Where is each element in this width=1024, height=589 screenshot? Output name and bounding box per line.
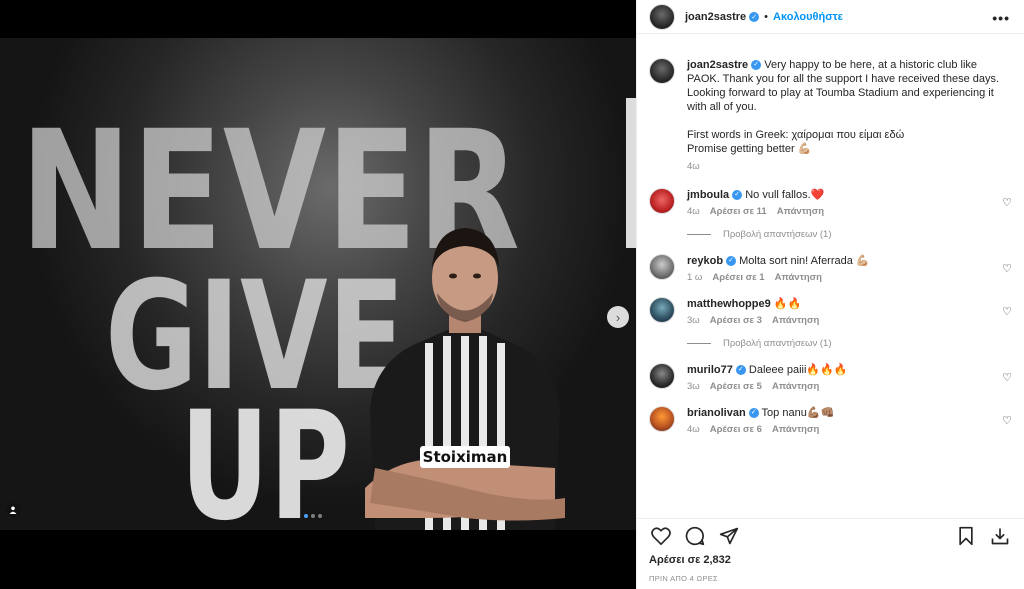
commenter-avatar[interactable] [649, 254, 675, 280]
view-replies-label: Προβολή απαντήσεων (1) [723, 229, 832, 240]
comment-text: Daleee paiii🔥🔥🔥 [748, 364, 848, 376]
carousel-dot [311, 514, 315, 518]
post-actions-bar [637, 518, 1024, 548]
commenter-avatar[interactable] [649, 188, 675, 214]
post-likes-count[interactable]: Αρέσει σε 2,832 [649, 554, 731, 566]
follow-button[interactable]: Ακολουθήστε [773, 11, 843, 23]
separator-dot: • [764, 10, 769, 23]
author-username[interactable]: joan2sastre [685, 11, 746, 23]
commenter-username[interactable]: matthewhoppe9 [687, 298, 771, 310]
author-avatar[interactable] [649, 3, 675, 30]
comment-time[interactable]: 1 ω [687, 272, 702, 283]
wall-stripe [626, 98, 636, 248]
comment-likes[interactable]: Αρέσει σε 6 [710, 424, 762, 435]
comment-like-heart-icon[interactable]: ♡ [1002, 196, 1012, 209]
comment-like-heart-icon[interactable]: ♡ [1002, 305, 1012, 318]
verified-icon: ✓ [735, 365, 746, 376]
view-replies-button[interactable]: Προβολή απαντήσεων (1) [687, 338, 1012, 349]
commenter-avatar[interactable] [649, 297, 675, 323]
carousel-dots [304, 514, 322, 518]
carousel-dot [318, 514, 322, 518]
commenter-avatar[interactable] [649, 363, 675, 389]
post-caption: joan2sastre ✓ Very happy to be here, at a… [649, 58, 1012, 174]
comment-likes[interactable]: Αρέσει σε 1 [712, 272, 764, 283]
reply-button[interactable]: Απάντηση [775, 272, 822, 283]
comment-text: 🔥🔥 [773, 298, 802, 310]
caption-avatar[interactable] [649, 58, 675, 84]
commenter-username[interactable]: murilo77 [687, 364, 733, 376]
user-tag-icon[interactable] [6, 503, 20, 517]
jersey-sponsor: Stoiximan [423, 448, 508, 466]
view-replies-button[interactable]: Προβολή απαντήσεων (1) [687, 229, 1012, 240]
reply-button[interactable]: Απάντηση [772, 315, 819, 326]
comment-likes[interactable]: Αρέσει σε 11 [710, 206, 767, 217]
commenter-avatar[interactable] [649, 406, 675, 432]
carousel-dot [304, 514, 308, 518]
comment-like-heart-icon[interactable]: ♡ [1002, 262, 1012, 275]
verified-icon: ✓ [726, 256, 737, 267]
save-bookmark-icon[interactable] [954, 524, 978, 548]
comment-likes[interactable]: Αρέσει σε 5 [710, 381, 762, 392]
comment-text: Top nanu💪🏽👊🏽 [761, 407, 835, 419]
comment-text: No vull fallos.❤️ [745, 189, 825, 201]
commenter-username[interactable]: reykob [687, 255, 723, 267]
share-icon[interactable] [717, 524, 741, 548]
comment-time[interactable]: 3ω [687, 381, 700, 392]
verified-icon: ✓ [751, 60, 762, 71]
commenter-username[interactable]: jmboula [687, 189, 729, 201]
comment-text: Molta sort nin! Aferrada 💪🏼 [739, 255, 870, 267]
comment-item: brianolivan ✓ Top nanu💪🏽👊🏽 4ω Αρέσει σε 6 Α… [649, 406, 1012, 435]
post-header: joan2sastre ✓ • Ακολουθήστε ••• [637, 0, 1024, 34]
more-options-icon[interactable]: ••• [992, 10, 1010, 26]
reply-button[interactable]: Απάντηση [777, 206, 824, 217]
comment-time[interactable]: 4ω [687, 206, 700, 217]
carousel-next-button[interactable]: › [607, 306, 629, 328]
post-photo: NEVER GIVE UP Stoiximan [0, 38, 636, 530]
comment-time[interactable]: 3ω [687, 315, 700, 326]
poster-word-up: UP [180, 380, 350, 530]
comment-icon[interactable] [683, 524, 707, 548]
comment-like-heart-icon[interactable]: ♡ [1002, 414, 1012, 427]
comment-item: murilo77 ✓ Daleee paiii🔥🔥🔥 3ω Αρέσει σε 5 Α… [649, 363, 1012, 392]
caption-username[interactable]: joan2sastre [687, 59, 748, 71]
reply-button[interactable]: Απάντηση [772, 424, 819, 435]
caption-line-2: First words in Greek: χαίρομαι που είμαι… [687, 129, 905, 141]
player-figure: Stoiximan [365, 228, 565, 530]
post-timestamp[interactable]: ΠΡΙΝ ΑΠΟ 4 ΩΡΕΣ [649, 574, 718, 583]
post-side-panel: joan2sastre ✓ • Ακολουθήστε ••• joan2sas… [636, 0, 1024, 589]
comment-item: reykob ✓ Molta sort nin! Aferrada 💪🏼 1 ω Α… [649, 254, 1012, 283]
download-icon[interactable] [988, 524, 1012, 548]
comment-like-heart-icon[interactable]: ♡ [1002, 371, 1012, 384]
comments-list[interactable]: joan2sastre ✓ Very happy to be here, at a… [637, 50, 1024, 512]
comment-item: matthewhoppe9 🔥🔥 3ω Αρέσει σε 3 Απάντηση ♡ [649, 297, 1012, 326]
post-media[interactable]: NEVER GIVE UP Stoiximan › [0, 0, 636, 589]
comment-item: jmboula ✓ No vull fallos.❤️ 4ω Αρέσει σε 1… [649, 188, 1012, 217]
caption-line-3: Promise getting better 💪🏼 [687, 143, 812, 155]
comment-time[interactable]: 4ω [687, 424, 700, 435]
caption-time[interactable]: 4ω [687, 161, 700, 172]
comment-likes[interactable]: Αρέσει σε 3 [710, 315, 762, 326]
verified-icon: ✓ [732, 190, 743, 201]
verified-icon: ✓ [749, 11, 760, 22]
verified-icon: ✓ [748, 408, 759, 419]
commenter-username[interactable]: brianolivan [687, 407, 746, 419]
like-heart-icon[interactable] [649, 524, 673, 548]
view-replies-label: Προβολή απαντήσεων (1) [723, 338, 832, 349]
reply-button[interactable]: Απάντηση [772, 381, 819, 392]
